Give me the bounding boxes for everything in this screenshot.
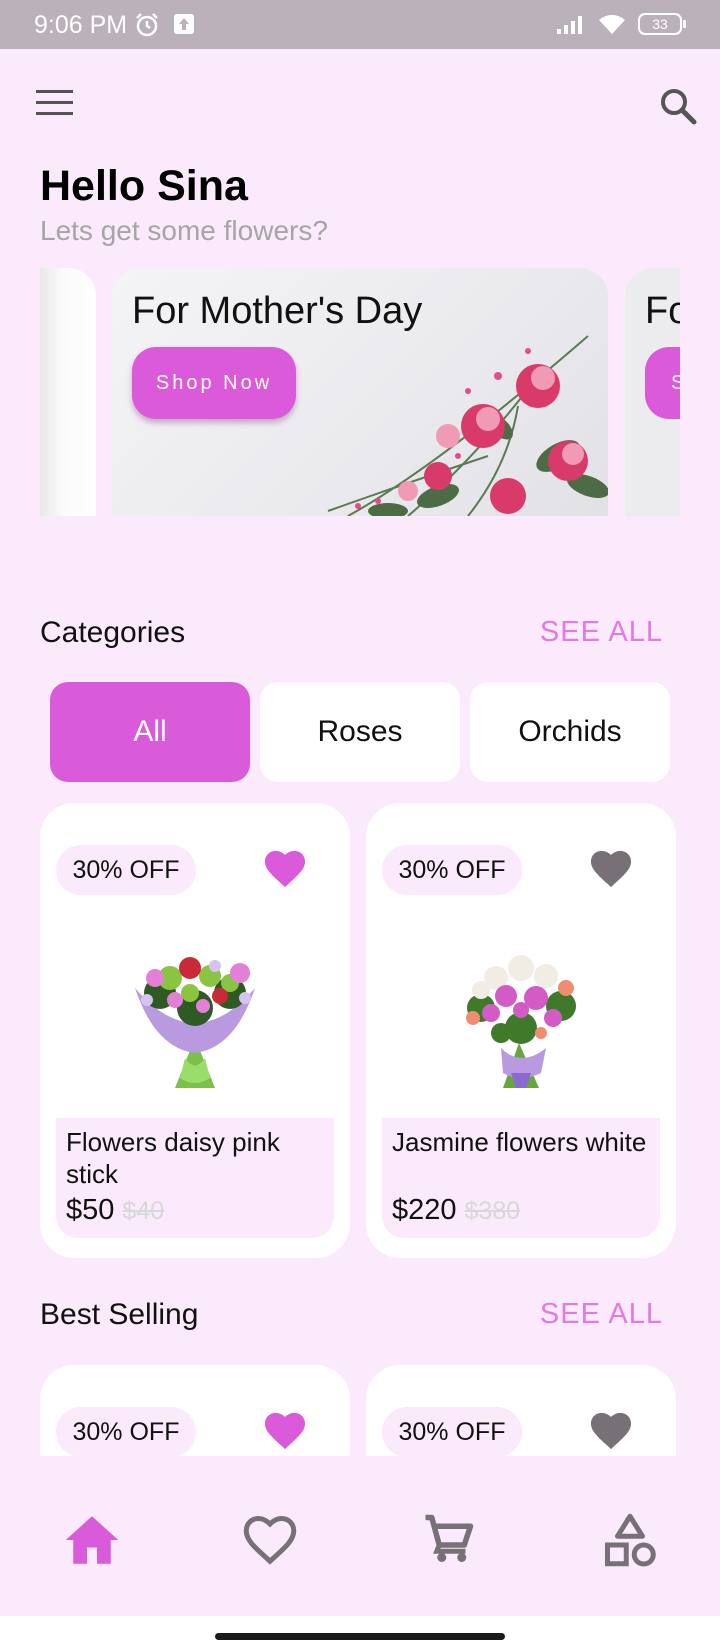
bouquet-image [466, 955, 576, 1088]
product-card[interactable]: 30% OFF [366, 1365, 676, 1457]
categories-see-all-link[interactable]: SEE ALL [540, 616, 663, 649]
discount-badge: 30% OFF [382, 845, 522, 895]
heart-icon[interactable] [588, 1409, 634, 1451]
heart-icon[interactable] [262, 847, 308, 889]
upload-icon [174, 14, 194, 34]
category-chip-all[interactable]: All [50, 682, 250, 782]
shop-now-button[interactable]: Shop Now [132, 347, 296, 419]
heart-icon[interactable] [588, 847, 634, 889]
heart-icon[interactable] [262, 1409, 308, 1451]
bottom-navigation [0, 1456, 720, 1616]
banner-carousel[interactable]: For Mother's Day Shop Now Fo S [40, 268, 680, 518]
product-card[interactable]: 30% OFF Jasmine flowers white $220 $380 [366, 803, 676, 1258]
roses-image [327, 335, 608, 516]
product-old-price: $380 [464, 1197, 521, 1225]
signal-icon [557, 16, 582, 34]
alarm-icon [136, 13, 158, 37]
categories-title: Categories [40, 616, 186, 649]
product-price: $220 [392, 1194, 457, 1226]
product-price: $50 [66, 1194, 115, 1226]
greeting-title: Hello Sina [40, 162, 248, 210]
battery-icon: 33 [638, 13, 686, 35]
menu-button[interactable] [36, 90, 76, 120]
wifi-icon [599, 14, 625, 34]
best-selling-see-all-link[interactable]: SEE ALL [540, 1298, 663, 1331]
product-info: Jasmine flowers white $220 $380 [382, 1118, 660, 1238]
product-card[interactable]: 30% OFF Flowers daisy pink stick $50 $40 [40, 803, 350, 1258]
home-icon[interactable] [62, 1510, 122, 1570]
product-card[interactable]: 30% OFF [40, 1365, 350, 1457]
status-time: 9:06 PM [34, 11, 128, 39]
best-selling-title: Best Selling [40, 1298, 199, 1331]
product-info: Flowers daisy pink stick $50 $40 [56, 1118, 334, 1238]
cart-icon[interactable] [418, 1510, 478, 1570]
banner-previous[interactable] [40, 268, 96, 516]
discount-badge: 30% OFF [56, 845, 196, 895]
banner-next-button[interactable]: S [645, 347, 680, 419]
favorites-icon[interactable] [240, 1510, 300, 1570]
product-name: Flowers daisy pink stick [66, 1127, 280, 1189]
banner-next[interactable]: Fo S [625, 268, 680, 516]
battery-level: 33 [652, 16, 668, 32]
product-name: Jasmine flowers white [392, 1127, 647, 1157]
greeting-subtitle: Lets get some flowers? [40, 215, 328, 246]
hamburger-icon [36, 90, 73, 93]
bouquet-image [135, 957, 255, 1088]
category-chip-roses[interactable]: Roses [260, 682, 460, 782]
banner-title: For Mother's Day [132, 290, 423, 332]
discount-badge: 30% OFF [382, 1407, 522, 1457]
banner-mothers-day[interactable]: For Mother's Day Shop Now [112, 268, 608, 516]
category-chip-orchids[interactable]: Orchids [470, 682, 670, 782]
discount-badge: 30% OFF [56, 1407, 196, 1457]
product-old-price: $40 [122, 1197, 165, 1225]
shapes-icon[interactable] [600, 1510, 660, 1570]
home-indicator[interactable] [215, 1633, 505, 1640]
banner-next-title: Fo [645, 290, 680, 332]
search-icon[interactable] [658, 86, 698, 126]
status-bar: 9:06 PM 33 [0, 0, 720, 49]
